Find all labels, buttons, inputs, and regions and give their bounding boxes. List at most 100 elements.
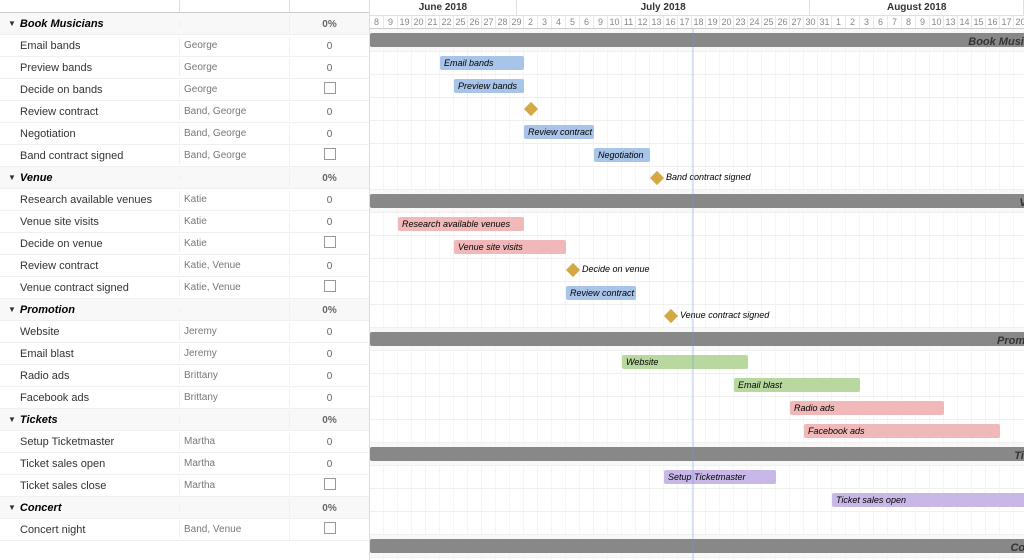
project-title <box>0 0 179 12</box>
gantt-cell <box>650 121 664 143</box>
task-row[interactable]: Decide on venue Katie <box>0 233 369 255</box>
gantt-cell <box>524 374 538 396</box>
gantt-cell <box>818 282 832 304</box>
gantt-cell <box>468 144 482 166</box>
task-checkbox[interactable] <box>324 82 336 94</box>
gantt-cell <box>580 213 594 235</box>
gantt-cell <box>790 121 804 143</box>
gantt-cell <box>650 489 664 511</box>
task-row[interactable]: Ticket sales open Martha 0 <box>0 453 369 475</box>
task-row[interactable]: Research available venues Katie 0 <box>0 189 369 211</box>
gantt-cell <box>538 420 552 442</box>
gantt-cell <box>790 236 804 258</box>
day-cell: 13 <box>650 16 664 28</box>
gantt-cell <box>762 75 776 97</box>
task-checkbox[interactable] <box>324 280 336 292</box>
gantt-months: June 2018July 2018August 2018 <box>370 0 1024 16</box>
task-row[interactable]: Concert night Band, Venue <box>0 519 369 541</box>
gantt-cell <box>720 259 734 281</box>
task-complete: 0 <box>289 191 369 209</box>
group-row-promotion[interactable]: ▼ Promotion 0% <box>0 299 369 321</box>
gantt-task-row: Review contract <box>370 282 1024 305</box>
gantt-cell <box>1000 259 1014 281</box>
group-row-concert[interactable]: ▼ Concert 0% <box>0 497 369 519</box>
gantt-cell <box>664 213 678 235</box>
gantt-cell <box>944 52 958 74</box>
gantt-cell <box>440 420 454 442</box>
gantt-cell <box>748 512 762 534</box>
task-row[interactable]: Review contract Katie, Venue 0 <box>0 255 369 277</box>
group-complete-concert: 0% <box>289 499 369 517</box>
task-row[interactable]: Email bands George 0 <box>0 35 369 57</box>
gantt-cell <box>944 374 958 396</box>
gantt-cell <box>580 144 594 166</box>
task-row[interactable]: Decide on bands George <box>0 79 369 101</box>
gantt-cell <box>846 236 860 258</box>
task-row[interactable]: Website Jeremy 0 <box>0 321 369 343</box>
day-cell: 17 <box>678 16 692 28</box>
task-row[interactable]: Band contract signed Band, George <box>0 145 369 167</box>
collapse-triangle-book-musicians[interactable]: ▼ <box>8 19 16 28</box>
gantt-cell <box>860 75 874 97</box>
gantt-cell <box>762 351 776 373</box>
gantt-cell <box>860 236 874 258</box>
gantt-cell <box>594 121 608 143</box>
task-row[interactable]: Negotiation Band, George 0 <box>0 123 369 145</box>
task-row[interactable]: Email blast Jeremy 0 <box>0 343 369 365</box>
group-row-tickets[interactable]: ▼ Tickets 0% <box>0 409 369 431</box>
gantt-cell <box>916 259 930 281</box>
task-row[interactable]: Facebook ads Brittany 0 <box>0 387 369 409</box>
gantt-cell <box>846 75 860 97</box>
task-checkbox[interactable] <box>324 148 336 160</box>
collapse-triangle-concert[interactable]: ▼ <box>8 503 16 512</box>
gantt-cell <box>720 52 734 74</box>
collapse-triangle-venue[interactable]: ▼ <box>8 173 16 182</box>
collapse-triangle-promotion[interactable]: ▼ <box>8 305 16 314</box>
gantt-cell <box>566 397 580 419</box>
gantt-cell <box>552 167 566 189</box>
gantt-cell <box>650 213 664 235</box>
gantt-cell <box>440 397 454 419</box>
gantt-cell <box>972 144 986 166</box>
gantt-cell <box>538 351 552 373</box>
gantt-cell <box>440 466 454 488</box>
task-row[interactable]: Venue site visits Katie 0 <box>0 211 369 233</box>
gantt-cell <box>804 144 818 166</box>
gantt-cell <box>958 259 972 281</box>
task-checkbox[interactable] <box>324 478 336 490</box>
group-row-venue[interactable]: ▼ Venue 0% <box>0 167 369 189</box>
task-checkbox[interactable] <box>324 522 336 534</box>
collapse-triangle-tickets[interactable]: ▼ <box>8 415 16 424</box>
gantt-cell <box>720 282 734 304</box>
gantt-cell <box>426 75 440 97</box>
gantt-cell <box>762 397 776 419</box>
gantt-cell <box>650 420 664 442</box>
task-row[interactable]: Ticket sales close Martha <box>0 475 369 497</box>
gantt-header: June 2018July 2018August 2018 8919202122… <box>370 0 1024 29</box>
gantt-cell <box>580 512 594 534</box>
gantt-panel[interactable]: June 2018July 2018August 2018 8919202122… <box>370 0 1024 560</box>
task-row[interactable]: Review contract Band, George 0 <box>0 101 369 123</box>
group-name-venue: ▼ Venue <box>0 169 179 187</box>
gantt-cell <box>594 213 608 235</box>
group-row-book-musicians[interactable]: ▼ Book Musicians 0% <box>0 13 369 35</box>
task-row[interactable]: Radio ads Brittany 0 <box>0 365 369 387</box>
task-checkbox[interactable] <box>324 236 336 248</box>
task-row[interactable]: Preview bands George 0 <box>0 57 369 79</box>
gantt-cell <box>412 167 426 189</box>
gantt-cell <box>846 512 860 534</box>
gantt-cell <box>776 52 790 74</box>
gantt-cell <box>832 98 846 120</box>
task-people: Katie, Venue <box>179 257 289 274</box>
gantt-cell <box>482 305 496 327</box>
task-row[interactable]: Venue contract signed Katie, Venue <box>0 277 369 299</box>
group-complete-tickets: 0% <box>289 411 369 429</box>
task-row[interactable]: Setup Ticketmaster Martha 0 <box>0 431 369 453</box>
gantt-cell <box>1014 305 1024 327</box>
gantt-cell <box>692 75 706 97</box>
gantt-cell <box>874 282 888 304</box>
gantt-bar: Email bands <box>440 56 524 70</box>
gantt-cell <box>412 420 426 442</box>
gantt-cell <box>706 236 720 258</box>
gantt-cell <box>916 52 930 74</box>
